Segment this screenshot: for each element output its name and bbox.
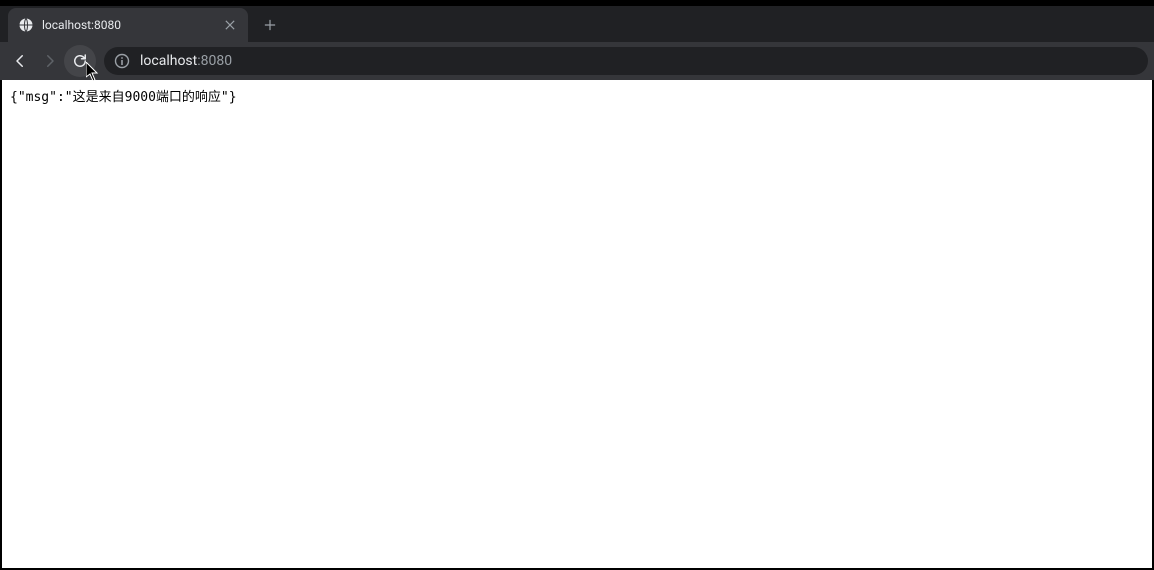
back-button[interactable] <box>6 47 34 75</box>
new-tab-button[interactable] <box>256 11 284 39</box>
browser-tab[interactable]: localhost:8080 <box>8 8 248 42</box>
tab-title: localhost:8080 <box>42 18 214 32</box>
address-bar[interactable]: localhost:8080 <box>104 47 1148 75</box>
globe-icon <box>18 17 34 33</box>
url-host: localhost <box>140 53 197 69</box>
url-port: :8080 <box>197 53 232 69</box>
site-info-icon[interactable] <box>114 53 130 69</box>
toolbar: localhost:8080 <box>0 42 1154 80</box>
reload-button[interactable] <box>66 47 94 75</box>
page-content: {"msg":"这是来自9000端口的响应"} <box>0 80 1154 570</box>
close-tab-icon[interactable] <box>222 17 238 33</box>
forward-button[interactable] <box>36 47 64 75</box>
url-text: localhost:8080 <box>140 53 232 69</box>
tab-strip: localhost:8080 <box>0 6 1154 42</box>
